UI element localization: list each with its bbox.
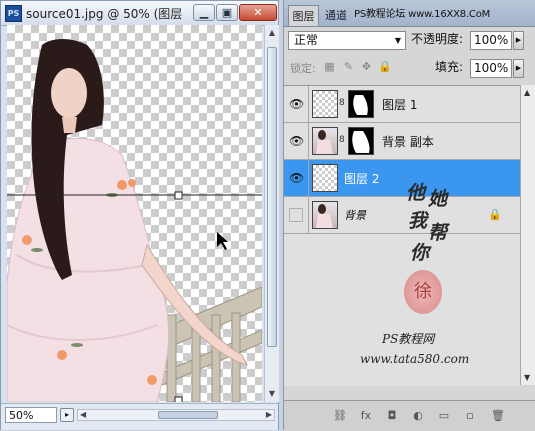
visibility-toggle-empty[interactable] xyxy=(289,208,303,222)
author-signature: 他 她 我 帮 你 徐 PS教程网 www.tata580.com xyxy=(360,178,478,384)
opacity-input[interactable]: 100% xyxy=(470,31,512,50)
panel-tabbar: 图层 通道 PS教程论坛 www.16XX8.CoM xyxy=(284,0,535,27)
visibility-eye-icon[interactable]: 👁 xyxy=(289,134,304,148)
divider xyxy=(308,197,309,233)
visibility-eye-icon[interactable]: 👁 xyxy=(289,97,304,111)
layer-thumbnail xyxy=(312,201,338,229)
blend-row: 正常 ▼ 不透明度: 100% ▶ xyxy=(284,27,535,51)
layer-lock-icon: 🔒 xyxy=(488,208,502,221)
signature-char: 他 xyxy=(406,182,426,204)
lock-pixels-icon[interactable]: ✎ xyxy=(342,60,355,73)
transform-handle xyxy=(174,396,183,402)
signature-char: 你 xyxy=(410,242,430,264)
stamp-site-name: PS教程网 xyxy=(382,332,435,346)
scroll-thumb[interactable] xyxy=(267,47,277,347)
transform-handle xyxy=(174,191,183,200)
fx-icon[interactable]: fx xyxy=(358,409,374,423)
blend-mode-value: 正常 xyxy=(294,33,319,47)
restore-button[interactable]: ▣ xyxy=(216,4,238,21)
hscroll-thumb[interactable] xyxy=(158,411,218,419)
lock-transparency-icon[interactable]: ▦ xyxy=(323,60,336,73)
signature-char: 她 xyxy=(428,188,448,210)
tab-channels[interactable]: 通道 xyxy=(321,5,351,26)
document-titlebar[interactable]: PS source01.jpg @ 50% (图层 ▁ ▣ ✕ xyxy=(1,1,278,26)
status-menu-icon[interactable]: ▸ xyxy=(60,408,74,422)
lock-row: 锁定: ▦ ✎ ✥ 🔒 填充: 100% ▶ xyxy=(284,55,535,79)
layer-row[interactable]: 👁 8 图层 1 xyxy=(284,86,520,123)
layer-mask-thumbnail[interactable] xyxy=(348,127,374,155)
new-layer-icon[interactable]: ▫ xyxy=(462,409,478,423)
mask-link-icon[interactable]: 8 xyxy=(339,98,345,108)
document-title: source01.jpg @ 50% (图层 xyxy=(26,7,183,21)
tab-layers[interactable]: 图层 xyxy=(288,5,319,26)
link-layers-icon[interactable]: ⛓ xyxy=(332,409,348,423)
layer-name: 背景 副本 xyxy=(382,135,434,149)
signature-char: 帮 xyxy=(428,222,448,244)
layer-name: 背景 xyxy=(344,209,366,222)
layer-thumbnail xyxy=(312,127,338,155)
scroll-down-icon[interactable]: ▼ xyxy=(266,387,278,401)
visibility-eye-icon[interactable]: 👁 xyxy=(289,171,304,185)
photoshop-icon: PS xyxy=(5,5,22,22)
divider xyxy=(308,123,309,159)
dress xyxy=(7,137,170,402)
minimize-button[interactable]: ▁ xyxy=(193,4,215,21)
vertical-scrollbar[interactable]: ▲ ▼ xyxy=(264,25,279,402)
scroll-down-icon[interactable]: ▼ xyxy=(524,373,530,382)
scroll-right-icon[interactable]: ▶ xyxy=(266,410,272,420)
stamp-site-url: www.tata580.com xyxy=(360,352,470,366)
site-watermark: PS教程论坛 www.16XX8.CoM xyxy=(354,9,491,20)
canvas-artwork xyxy=(7,39,262,402)
divider xyxy=(308,160,309,196)
fill-label: 填充: xyxy=(435,60,464,74)
divider xyxy=(308,86,309,122)
fill-input[interactable]: 100% xyxy=(470,59,512,78)
layer-name: 图层 2 xyxy=(344,172,380,186)
layer-name: 图层 1 xyxy=(382,98,418,112)
mouse-cursor xyxy=(217,232,228,250)
zoom-field[interactable]: 50% xyxy=(5,407,57,423)
face xyxy=(51,68,87,118)
scroll-left-icon[interactable]: ◀ xyxy=(80,410,86,420)
layer-row[interactable]: 👁 8 背景 副本 xyxy=(284,123,520,160)
signature-char: 我 xyxy=(408,210,428,232)
lock-label: 锁定: xyxy=(290,62,316,75)
image-canvas[interactable] xyxy=(7,25,262,402)
chevron-down-icon: ▼ xyxy=(394,36,401,45)
red-seal-stamp: 徐 xyxy=(404,270,442,314)
adjustment-layer-icon[interactable]: ◐ xyxy=(410,409,426,423)
fill-flyout-icon[interactable]: ▶ xyxy=(513,59,524,78)
scroll-up-icon[interactable]: ▲ xyxy=(524,88,530,97)
mask-link-icon[interactable]: 8 xyxy=(339,135,345,145)
layers-scrollbar[interactable]: ▲ ▼ xyxy=(520,85,535,385)
document-window: PS source01.jpg @ 50% (图层 ▁ ▣ ✕ ▲ ▼ 50% … xyxy=(0,0,279,430)
lock-all-icon[interactable]: 🔒 xyxy=(378,60,392,73)
opacity-label: 不透明度: xyxy=(411,32,464,46)
layer-thumbnail xyxy=(312,164,338,192)
window-controls: ▁ ▣ ✕ xyxy=(193,4,278,21)
horizontal-scrollbar[interactable]: ◀ ▶ xyxy=(77,409,275,421)
layer-thumbnail xyxy=(312,90,338,118)
blend-mode-select[interactable]: 正常 ▼ xyxy=(288,31,406,50)
lock-position-icon[interactable]: ✥ xyxy=(360,60,373,73)
opacity-flyout-icon[interactable]: ▶ xyxy=(513,31,524,50)
scroll-up-icon[interactable]: ▲ xyxy=(266,26,278,40)
layers-bottom-bar: ⛓ fx ◘ ◐ ▭ ▫ 🗑 xyxy=(284,400,535,431)
add-mask-icon[interactable]: ◘ xyxy=(384,409,400,423)
layer-mask-thumbnail[interactable] xyxy=(348,90,374,118)
new-group-icon[interactable]: ▭ xyxy=(436,409,452,423)
status-bar: 50% ▸ ◀ ▶ xyxy=(1,403,278,430)
trash-icon[interactable]: 🗑 xyxy=(490,409,506,423)
close-button[interactable]: ✕ xyxy=(239,4,277,21)
